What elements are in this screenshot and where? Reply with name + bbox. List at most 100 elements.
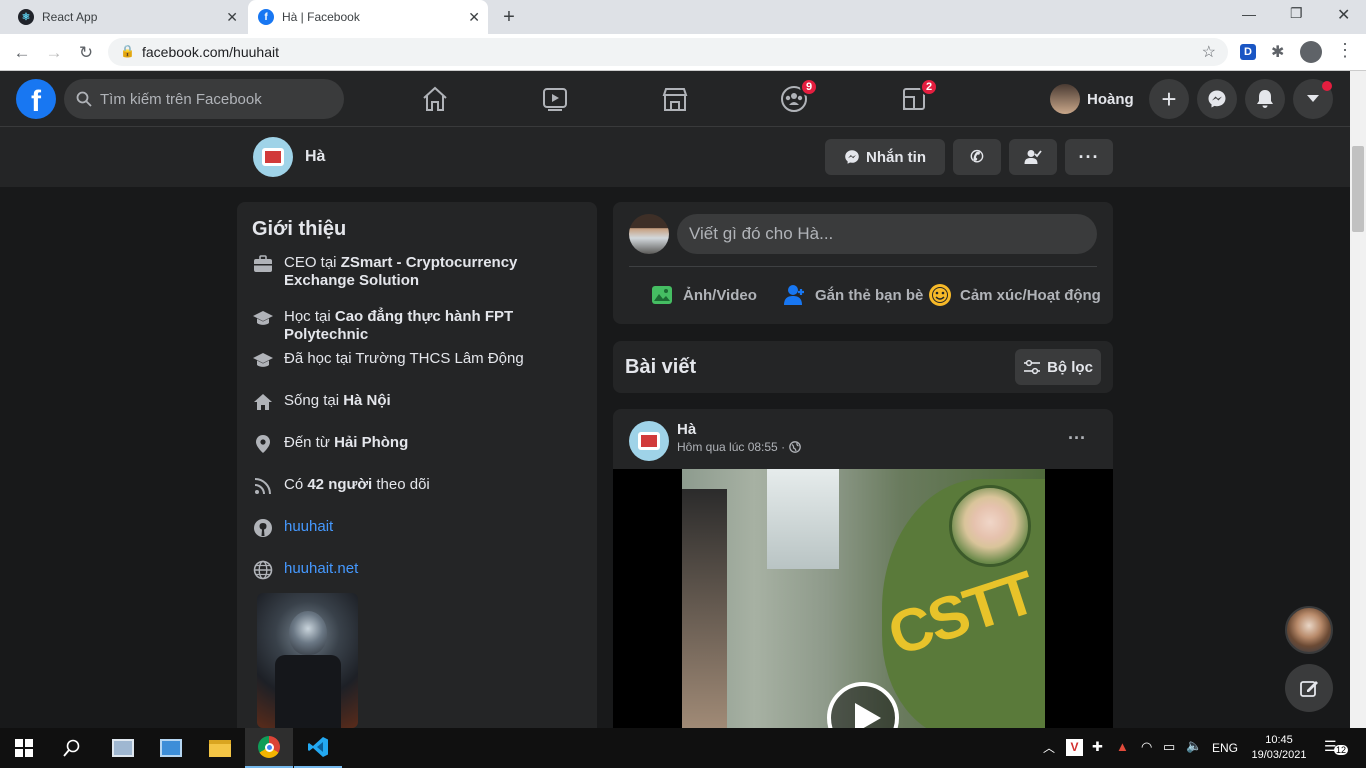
intro-item-school: Đã học tại Trường THCS Lâm Động — [252, 350, 582, 370]
new-tab-button[interactable]: + — [498, 6, 520, 28]
more-options-button[interactable]: ··· — [1065, 139, 1113, 175]
taskbar-clock[interactable]: 10:45 19/03/2021 — [1249, 733, 1309, 763]
react-icon: ⚛ — [18, 9, 34, 25]
video-pip-face — [949, 485, 1031, 567]
groups-notification-badge: 9 — [800, 78, 818, 96]
wifi-icon[interactable]: ◠ — [1141, 739, 1152, 755]
forward-button[interactable]: → — [42, 41, 66, 65]
composer-avatar[interactable] — [629, 214, 669, 254]
featured-photo[interactable] — [257, 593, 358, 728]
window-close-button[interactable]: ✕ — [1337, 5, 1350, 25]
intro-bold-text[interactable]: Hải Phòng — [334, 434, 408, 451]
close-icon[interactable]: ✕ — [468, 9, 480, 26]
tag-friends-button[interactable]: Gắn thẻ bạn bè — [783, 283, 923, 307]
filter-icon — [1024, 359, 1041, 375]
language-indicator[interactable]: ENG — [1212, 741, 1238, 755]
new-message-button[interactable] — [1285, 664, 1333, 712]
close-icon[interactable]: ✕ — [226, 9, 238, 26]
scrollbar-thumb[interactable] — [1352, 146, 1364, 232]
search-input[interactable]: Tìm kiếm trên Facebook — [64, 79, 344, 119]
maximize-button[interactable]: ❐ — [1290, 5, 1303, 22]
video-person — [682, 489, 727, 728]
taskbar-app-vscode[interactable] — [294, 728, 342, 768]
url-text: facebook.com/huuhait — [142, 44, 279, 60]
battery-icon[interactable]: ▭ — [1163, 739, 1175, 755]
url-field[interactable]: 🔒 facebook.com/huuhait ☆ — [108, 38, 1228, 66]
clock-time: 10:45 — [1265, 734, 1293, 746]
profile-avatar[interactable] — [253, 137, 293, 177]
intro-item-from: Đến từ Hải Phòng — [252, 434, 582, 454]
clock-date: 19/03/2021 — [1251, 749, 1307, 761]
minimize-button[interactable]: — — [1242, 6, 1256, 22]
user-profile-link[interactable]: Hoàng — [1050, 83, 1134, 115]
notifications-button[interactable] — [1245, 79, 1285, 119]
folder-icon — [209, 739, 231, 757]
notification-count: 12 — [1334, 745, 1349, 755]
star-icon[interactable]: ☆ — [1202, 42, 1216, 62]
tab-label: React App — [42, 10, 98, 24]
intro-text: CEO tại — [284, 254, 341, 271]
post-options-button[interactable]: ··· — [1068, 428, 1086, 449]
home-icon[interactable] — [419, 83, 451, 115]
messenger-button[interactable] — [1197, 79, 1237, 119]
intro-item-website: huuhait.net — [252, 560, 582, 580]
intro-bold-text[interactable]: Hà Nội — [343, 392, 391, 409]
post-author-name[interactable]: Hà — [677, 421, 696, 438]
profile-sticky-header — [0, 127, 1350, 187]
app-icon — [160, 739, 182, 757]
chat-head-avatar[interactable] — [1285, 606, 1333, 654]
tab-facebook[interactable]: f Hà | Facebook ✕ — [248, 0, 488, 34]
taskbar-search-button[interactable] — [48, 728, 96, 768]
intro-text: Đã học tại Trường THCS Lâm Động — [284, 350, 524, 367]
back-button[interactable]: ← — [10, 41, 34, 65]
website-link[interactable]: huuhait.net — [284, 560, 358, 578]
message-button[interactable]: Nhắn tin — [825, 139, 945, 175]
post-video[interactable]: CSTT — [613, 469, 1113, 728]
feeling-activity-button[interactable]: Cảm xúc/Hoạt động — [928, 283, 1101, 307]
friend-button[interactable] — [1009, 139, 1057, 175]
plus-icon: + — [1161, 83, 1177, 114]
post-author-avatar[interactable] — [629, 421, 669, 461]
compose-icon — [1300, 681, 1318, 697]
composer-input[interactable]: Viết gì đó cho Hà... — [677, 214, 1097, 254]
profile-avatar-icon[interactable] — [1300, 41, 1322, 63]
reload-button[interactable]: ↻ — [74, 41, 98, 65]
chrome-menu-icon[interactable]: ⋮ — [1336, 40, 1354, 61]
globe-icon — [252, 560, 274, 580]
taskbar-app-control-panel[interactable] — [147, 728, 195, 768]
intro-item-lives: Sống tại Hà Nội — [252, 392, 582, 412]
tray-unikey-icon[interactable]: ▲ — [1116, 739, 1129, 754]
intro-title: Giới thiệu — [252, 218, 347, 240]
github-link[interactable]: huuhait — [284, 518, 333, 536]
filter-button[interactable]: Bộ lọc — [1015, 349, 1101, 385]
app-icon — [112, 739, 134, 757]
photo-icon — [652, 286, 672, 304]
create-button[interactable]: + — [1149, 79, 1189, 119]
intro-bold-text[interactable]: 42 người — [307, 476, 372, 493]
tray-app-icon[interactable]: V — [1066, 739, 1083, 756]
extension-icon[interactable]: D — [1240, 44, 1256, 60]
extensions-puzzle-icon[interactable]: ✱ — [1271, 42, 1284, 62]
facebook-logo[interactable]: f — [16, 79, 56, 119]
avatar-art — [262, 148, 284, 166]
taskbar-app-chrome[interactable] — [245, 728, 293, 768]
photo-video-button[interactable]: Ảnh/Video — [650, 283, 757, 307]
call-button[interactable]: ✆ — [953, 139, 1001, 175]
public-globe-icon — [789, 441, 801, 453]
tab-label: Hà | Facebook — [282, 10, 360, 24]
windows-start-button[interactable] — [0, 728, 48, 768]
taskbar-app-task-manager[interactable] — [99, 728, 147, 768]
action-center-button[interactable]: ☰ 12 — [1324, 738, 1349, 758]
tab-react-app[interactable]: ⚛ React App ✕ — [8, 0, 246, 34]
messenger-icon — [1208, 90, 1226, 108]
marketplace-icon[interactable] — [659, 83, 691, 115]
tray-security-icon[interactable]: ✚ — [1092, 739, 1103, 755]
watch-icon[interactable] — [539, 83, 571, 115]
message-button-label: Nhắn tin — [866, 148, 926, 166]
taskbar-app-file-explorer[interactable] — [196, 728, 244, 768]
tray-expand-icon[interactable]: ︿ — [1043, 739, 1055, 756]
video-gate — [767, 469, 839, 569]
intro-text: Học tại — [284, 308, 335, 325]
post-timestamp[interactable]: Hôm qua lúc 08:55 · — [677, 440, 785, 454]
volume-icon[interactable]: 🔈 — [1186, 738, 1202, 754]
